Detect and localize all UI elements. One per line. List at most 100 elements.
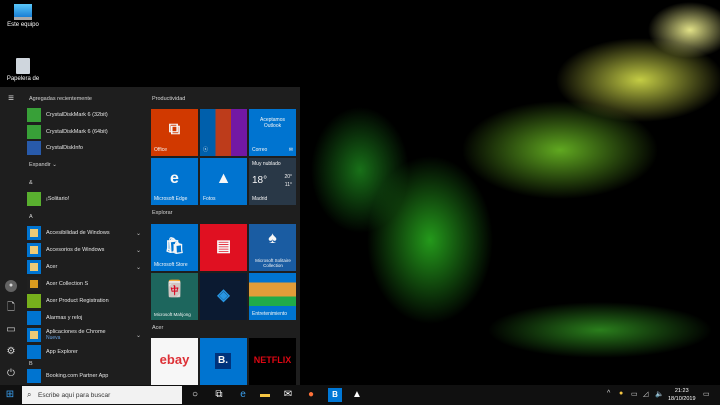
tile-label: Madrid: [252, 196, 268, 202]
tile-office-apps-folder[interactable]: ⓢ: [200, 109, 247, 156]
list-item[interactable]: Alarmas y reloj: [27, 310, 145, 326]
chrome-tray-icon[interactable]: ●: [619, 390, 623, 397]
list-item[interactable]: Acer Collection S: [27, 276, 145, 292]
solitaire-icon: [27, 192, 41, 206]
folder-icon: [27, 226, 41, 240]
wifi-icon[interactable]: ◿: [643, 390, 648, 398]
list-item[interactable]: Accesorios de Windows ⌄: [27, 242, 145, 258]
news-icon: ▤: [215, 238, 232, 255]
list-item[interactable]: Booking.com Partner App: [27, 368, 145, 384]
recent-header: Agregadas recientemente: [29, 96, 92, 102]
windows-start-icon[interactable]: ⊞: [3, 388, 17, 402]
tile-booking[interactable]: B.: [200, 338, 247, 385]
mahjong-icon: 🀄: [164, 281, 185, 298]
booking-taskbar-icon[interactable]: B: [328, 388, 342, 402]
tile-mail[interactable]: Aceptamos Outlook Correo ✉: [249, 109, 296, 156]
item-label: Accesibilidad de Windows: [46, 230, 110, 236]
weather-low: 11°: [284, 182, 292, 188]
item-label: Alarmas y reloj: [46, 315, 83, 321]
tile-solitaire[interactable]: ♠ Microsoft Solitaire Collection: [249, 224, 296, 271]
user-avatar-icon[interactable]: ●: [5, 280, 17, 292]
list-item[interactable]: CrystalDiskInfo: [27, 140, 145, 156]
edge-taskbar-icon[interactable]: e: [236, 388, 250, 402]
chevron-down-icon: ⌄: [135, 247, 141, 254]
tile-entertainment[interactable]: Entretenimiento: [249, 273, 296, 320]
mail-taskbar-icon[interactable]: ✉: [281, 388, 295, 402]
list-item[interactable]: CrystalDiskMark 6 (64bit): [27, 124, 145, 140]
weather-high: 20°: [284, 174, 292, 180]
pictures-icon[interactable]: ▭: [5, 324, 17, 336]
tile-label: Entretenimiento: [252, 311, 288, 317]
section-letter[interactable]: &: [29, 180, 33, 186]
desktop-icon-recycle-bin[interactable]: Papelera de: [3, 58, 43, 82]
section-letter[interactable]: B: [29, 361, 33, 367]
chevron-down-icon: ⌄: [135, 264, 141, 271]
list-item[interactable]: Acer ⌄: [27, 259, 145, 275]
item-label: Booking.com Partner App: [46, 373, 109, 379]
desktop-icon-label: Este equipo: [7, 22, 39, 28]
search-box[interactable]: ⌕ Escribe aquí para buscar: [22, 386, 182, 404]
crystaldiskmark-icon: [27, 125, 41, 139]
list-item[interactable]: ¡Solitario!: [27, 191, 145, 207]
tile-label: Microsoft Edge: [154, 196, 188, 202]
app-explorer-icon: [27, 345, 41, 359]
list-item[interactable]: CrystalDiskMark 6 (32bit): [27, 107, 145, 123]
list-item[interactable]: Acer Product Registration: [27, 293, 145, 309]
item-label: App Explorer: [46, 349, 78, 355]
tile-office[interactable]: ⧉ Office: [151, 109, 198, 156]
item-label: Acer Collection S: [46, 281, 89, 287]
tile-netflix[interactable]: NETFLIX: [249, 338, 296, 385]
volume-icon[interactable]: 🔈: [655, 390, 664, 398]
show-hidden-icons-chevron[interactable]: ^: [607, 390, 610, 397]
netflix-logo: NETFLIX: [253, 355, 292, 365]
cards-icon: ♠: [268, 230, 277, 247]
action-center-icon[interactable]: ▭: [703, 390, 710, 398]
folder-icon: [27, 328, 41, 342]
documents-icon[interactable]: 🗋: [5, 302, 17, 314]
acer-registration-icon: [27, 294, 41, 308]
tile-edge[interactable]: e Microsoft Edge: [151, 158, 198, 205]
mail-message: Aceptamos Outlook: [259, 117, 285, 129]
tile-label: Office: [154, 147, 167, 153]
crystaldiskmark-icon: [27, 108, 41, 122]
section-letter[interactable]: A: [29, 214, 33, 220]
booking-logo: B.: [215, 353, 231, 369]
chevron-down-icon: ⌄: [135, 230, 141, 237]
folder-icon: [27, 243, 41, 257]
date: 18/10/2019: [668, 396, 696, 402]
tile-ebay[interactable]: ebay: [151, 338, 198, 385]
battery-icon[interactable]: ▭: [631, 390, 638, 398]
photos-taskbar-icon[interactable]: ▲: [350, 388, 364, 402]
tile-photos[interactable]: ▲ Fotos: [200, 158, 247, 205]
tile-news[interactable]: ▤: [200, 224, 247, 271]
settings-gear-icon[interactable]: ⚙: [5, 346, 17, 358]
weather-condition: Muy nublado: [252, 161, 281, 167]
hamburger-menu-icon[interactable]: ≡: [5, 93, 17, 105]
list-item[interactable]: Aplicaciones de Chrome Nueva ⌄: [27, 327, 145, 343]
power-icon[interactable]: ⏻: [5, 368, 17, 380]
start-menu: ≡ ● 🗋 ▭ ⚙ ⏻ Agregadas recientemente Crys…: [0, 87, 300, 385]
tile-store[interactable]: 🛍 Microsoft Store: [151, 224, 198, 271]
tile-label: Microsoft Mahjong: [154, 312, 191, 317]
start-rail: ≡ ● 🗋 ▭ ⚙ ⏻: [0, 87, 22, 385]
edge-icon: e: [170, 170, 179, 187]
expand-button[interactable]: Expandir ⌄: [29, 162, 57, 168]
desktop-icon-label: Papelera de: [6, 76, 40, 82]
app-list[interactable]: Agregadas recientemente CrystalDiskMark …: [27, 87, 147, 385]
alarm-clock-icon: [27, 311, 41, 325]
desktop-icon-this-pc[interactable]: Este equipo: [3, 4, 43, 28]
store-icon: 🛍: [164, 238, 185, 255]
firefox-icon[interactable]: ●: [304, 388, 318, 402]
expand-label: Expandir: [29, 162, 51, 168]
cortana-icon[interactable]: ○: [188, 388, 202, 402]
list-item[interactable]: Accesibilidad de Windows ⌄: [27, 225, 145, 241]
file-explorer-icon[interactable]: ▬: [258, 388, 272, 402]
tile-vpn[interactable]: ◈: [200, 273, 247, 320]
tile-weather[interactable]: Muy nublado 18° 20° 11° Madrid: [249, 158, 296, 205]
chevron-down-icon: ⌄: [52, 162, 57, 168]
tile-mahjong[interactable]: 🀄 Microsoft Mahjong: [151, 273, 198, 320]
list-item[interactable]: App Explorer: [27, 344, 145, 360]
task-view-icon[interactable]: ⧉: [212, 388, 226, 402]
search-placeholder: Escribe aquí para buscar: [38, 391, 111, 399]
clock[interactable]: 21:23 18/10/2019: [668, 387, 696, 403]
